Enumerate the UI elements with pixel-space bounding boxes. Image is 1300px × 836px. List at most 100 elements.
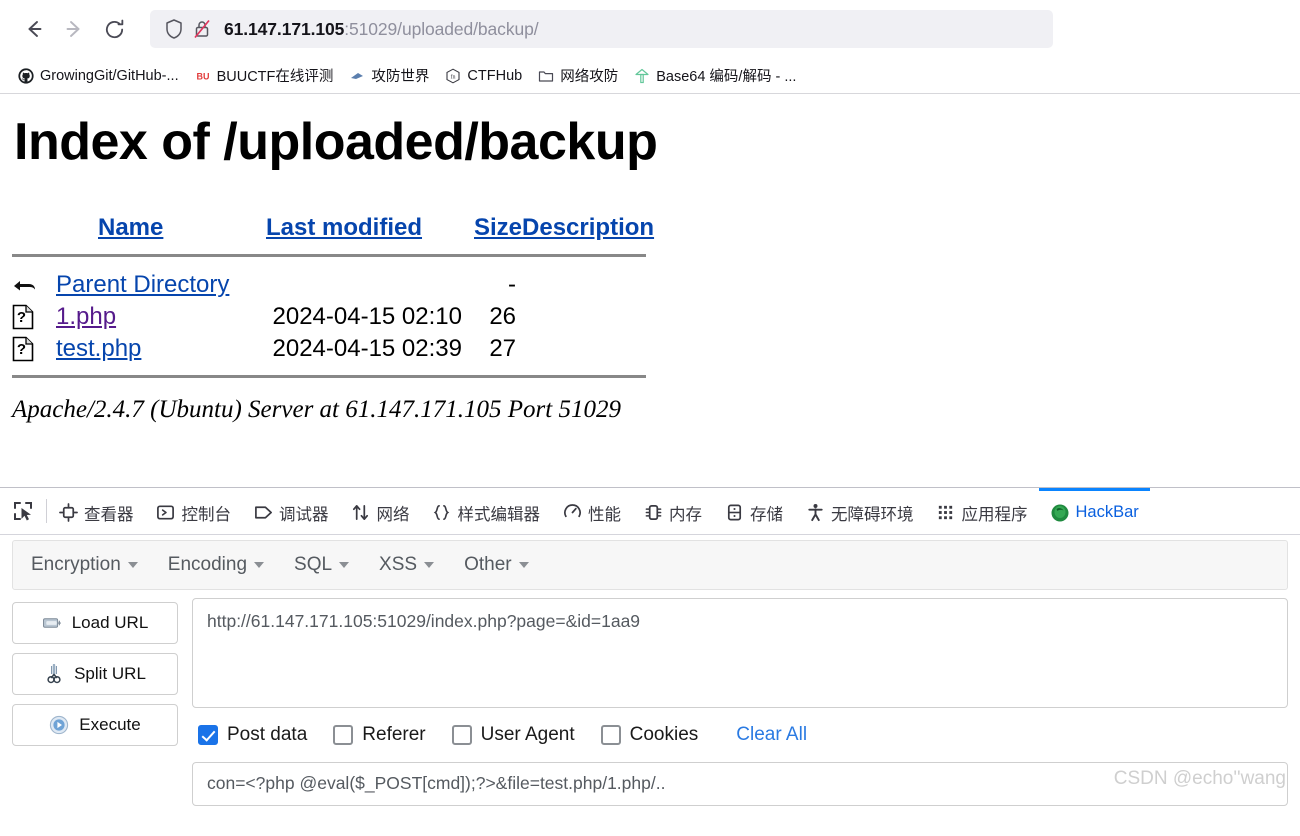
style-editor-icon (432, 503, 452, 523)
chevron-down-icon (518, 562, 529, 568)
tree-icon (634, 68, 650, 84)
checkbox-box[interactable] (333, 725, 354, 745)
bookmark-item[interactable]: fn CTFHub (437, 65, 530, 87)
page-content: Index of /uploaded/backup Name Last modi… (0, 94, 1300, 487)
url-input[interactable] (192, 598, 1288, 708)
reload-button[interactable] (94, 10, 134, 48)
column-header-name[interactable]: Name (56, 214, 266, 248)
checkbox-post-data[interactable]: Post data (198, 724, 307, 746)
header-divider-row (12, 248, 692, 269)
column-header-last-modified[interactable]: Last modified (266, 214, 474, 248)
xctf-icon (349, 68, 365, 84)
checkbox-box[interactable] (198, 725, 218, 745)
directory-index-table: Name Last modified Size Description Pare… (12, 214, 692, 380)
header-divider (12, 254, 646, 257)
storage-icon (724, 503, 744, 523)
bookmark-item[interactable]: 攻防世界 (341, 62, 437, 89)
checkbox-label: Referer (362, 724, 426, 745)
tab-storage[interactable]: 存储 (713, 488, 794, 534)
github-icon (18, 67, 34, 84)
tab-inspector[interactable]: 查看器 (47, 488, 145, 534)
menu-xss[interactable]: XSS (379, 554, 435, 576)
bookmark-label: BUUCTF在线评测 (216, 69, 334, 85)
button-label: Load URL (71, 613, 149, 632)
execute-button[interactable]: Execute (12, 704, 178, 746)
row-description-cell (522, 301, 692, 333)
row-description-cell (522, 333, 692, 365)
shield-icon[interactable] (160, 15, 188, 43)
tab-debugger[interactable]: 调试器 (242, 488, 340, 534)
row-size-cell: - (508, 271, 517, 298)
bookmark-item[interactable]: GrowingGit/GitHub-... (10, 65, 187, 87)
tab-style-editor[interactable]: 样式编辑器 (421, 488, 552, 534)
sort-by-date-link[interactable]: Last modified (266, 214, 422, 241)
checkbox-user-agent[interactable]: User Agent (451, 724, 575, 746)
checkbox-referer[interactable]: Referer (333, 724, 426, 746)
menu-label: Encryption (31, 554, 121, 575)
parent-directory-link[interactable]: Parent Directory (56, 271, 229, 298)
table-header-row: Name Last modified Size Description (12, 214, 692, 248)
tab-label: 控制台 (181, 505, 232, 524)
menu-other[interactable]: Other (464, 554, 529, 576)
lock-crossed-icon[interactable] (188, 15, 216, 43)
table-row: Parent Directory - (12, 269, 692, 301)
checkbox-cookies[interactable]: Cookies (600, 724, 698, 746)
sort-by-name-link[interactable]: Name (98, 214, 163, 241)
tab-hackbar[interactable]: HackBar (1038, 488, 1150, 534)
file-link[interactable]: 1.php (56, 303, 116, 330)
row-date-cell: 2024-04-15 02:10 (272, 303, 463, 330)
checkbox-box[interactable] (600, 725, 621, 745)
forward-button[interactable] (54, 10, 94, 48)
row-name-cell[interactable]: 1.php (56, 301, 266, 333)
checkbox-box[interactable] (451, 725, 472, 745)
chevron-down-icon (254, 562, 265, 568)
tab-label: 应用程序 (961, 505, 1028, 524)
tab-label: HackBar (1075, 503, 1139, 521)
tab-accessibility[interactable]: 无障碍环境 (794, 488, 925, 534)
column-header-size[interactable]: Size (474, 214, 522, 248)
post-data-input[interactable] (192, 762, 1288, 806)
header-icon-cell (12, 214, 56, 248)
tab-application[interactable]: 应用程序 (925, 488, 1039, 534)
menu-label: Encoding (167, 554, 248, 575)
menu-encryption[interactable]: Encryption (31, 554, 138, 576)
network-icon (351, 503, 371, 523)
tab-memory[interactable]: 内存 (632, 488, 713, 534)
row-name-cell[interactable]: test.php (56, 333, 266, 365)
tab-network[interactable]: 网络 (340, 488, 421, 534)
folder-icon (538, 68, 554, 84)
column-header-description[interactable]: Description (522, 214, 692, 248)
row-name-cell[interactable]: Parent Directory (56, 269, 266, 301)
tab-performance[interactable]: 性能 (551, 488, 632, 534)
sort-by-description-link[interactable]: Description (522, 214, 654, 241)
scissors-icon (44, 664, 64, 684)
menu-encoding[interactable]: Encoding (167, 554, 265, 576)
element-picker-button[interactable] (0, 488, 46, 534)
arrow-left-icon (28, 21, 42, 37)
menu-sql[interactable]: SQL (294, 554, 350, 576)
back-button[interactable] (14, 10, 54, 48)
sort-by-size-link[interactable]: Size (474, 214, 522, 241)
navigation-toolbar: 61.147.171.105:51029/uploaded/backup/ (0, 0, 1300, 58)
split-url-button[interactable]: Split URL (12, 653, 178, 695)
hackbar-icon (1050, 503, 1070, 523)
tab-label: 调试器 (279, 505, 329, 524)
clear-all-link[interactable]: Clear All (736, 724, 807, 746)
bookmark-item[interactable]: 网络攻防 (530, 62, 626, 89)
svg-text:?: ? (17, 341, 26, 358)
element-picker-icon (14, 502, 32, 521)
row-date-cell: 2024-04-15 02:39 (272, 335, 463, 362)
application-icon (936, 503, 956, 523)
row-icon-cell (12, 269, 56, 301)
inspector-icon (58, 503, 78, 523)
tab-label: 无障碍环境 (831, 505, 914, 524)
load-url-button[interactable]: Load URL (12, 602, 178, 644)
tab-console[interactable]: 控制台 (145, 488, 243, 534)
server-signature: Apache/2.4.7 (Ubuntu) Server at 61.147.1… (12, 396, 621, 423)
address-bar[interactable]: 61.147.171.105:51029/uploaded/backup/ (150, 10, 1053, 48)
file-link[interactable]: test.php (56, 335, 141, 362)
tab-label: 网络 (376, 505, 410, 524)
bookmark-item[interactable]: BU BUUCTF在线评测 (187, 62, 342, 89)
bookmark-item[interactable]: Base64 编码/解码 - ... (626, 62, 804, 89)
bookmark-label: Base64 编码/解码 - ... (656, 69, 797, 85)
